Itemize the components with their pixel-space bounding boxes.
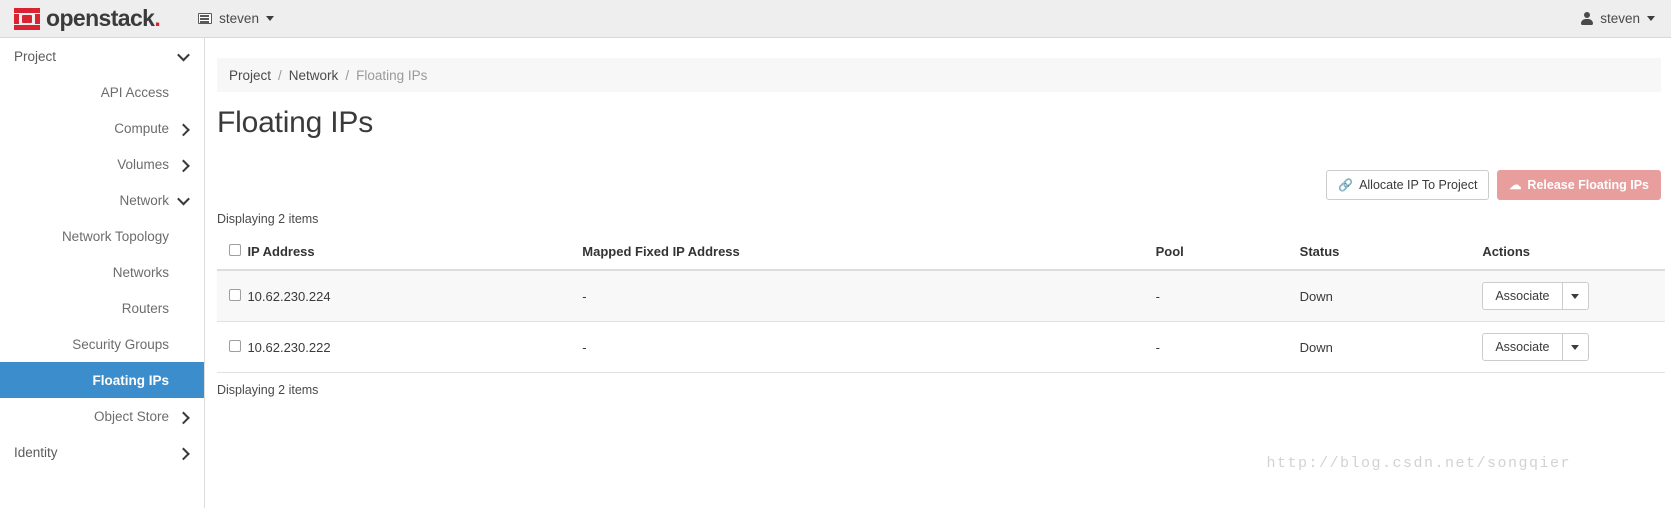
sidebar-item-label: Object Store bbox=[93, 408, 169, 424]
sidebar-item-compute[interactable]: Compute bbox=[0, 110, 204, 146]
release-floating-ips-label: Release Floating IPs bbox=[1527, 178, 1649, 192]
associate-button-group: Associate bbox=[1482, 333, 1589, 361]
release-floating-ips-button[interactable]: ☁ Release Floating IPs bbox=[1497, 170, 1661, 200]
openstack-logo[interactable]: openstack. bbox=[14, 5, 161, 31]
breadcrumb: Project / Network / Floating IPs bbox=[217, 58, 1661, 92]
sidebar-item-label: Volumes bbox=[117, 156, 169, 172]
chevron-right-icon bbox=[177, 123, 190, 136]
cell-pool: - bbox=[1155, 321, 1300, 373]
displaying-count-top: Displaying 2 items bbox=[217, 212, 319, 226]
sidebar-item-networks[interactable]: Networks bbox=[0, 254, 204, 290]
chevron-down-icon bbox=[1647, 16, 1655, 21]
table-header-row: IP Address Mapped Fixed IP Address Pool … bbox=[217, 236, 1665, 271]
cell-status: Down bbox=[1299, 321, 1483, 373]
sidebar-item-network-topology[interactable]: Network Topology bbox=[0, 218, 204, 254]
cell-ip-address: 10.62.230.224 bbox=[247, 270, 583, 322]
table-row: 10.62.230.222- - Down Associate bbox=[217, 321, 1665, 373]
project-window-icon bbox=[198, 13, 213, 24]
row-checkbox[interactable] bbox=[229, 288, 241, 301]
sidebar-item-routers[interactable]: Routers bbox=[0, 290, 204, 326]
caret-down-icon bbox=[1571, 344, 1580, 350]
sidebar-item-label: Compute bbox=[114, 120, 169, 136]
sidebar-item-label: Networks bbox=[112, 264, 169, 280]
header-ip-address[interactable]: IP Address bbox=[247, 236, 583, 271]
sidebar-item-network[interactable]: Network bbox=[0, 182, 204, 218]
sidebar-item-label: Project bbox=[14, 48, 57, 64]
table-row: 10.62.230.224- - Down Associate bbox=[217, 270, 1665, 322]
header-status[interactable]: Status bbox=[1299, 236, 1483, 271]
project-switcher[interactable]: steven bbox=[198, 11, 274, 26]
select-all-header bbox=[217, 236, 248, 271]
breadcrumb-item-project[interactable]: Project bbox=[229, 68, 271, 83]
brand-name: openstack. bbox=[46, 5, 161, 31]
associate-button[interactable]: Associate bbox=[1482, 333, 1563, 361]
broken-chain-icon: ☁ bbox=[1509, 178, 1522, 192]
openstack-mark-icon bbox=[14, 7, 40, 30]
breadcrumb-item-network[interactable]: Network bbox=[289, 68, 339, 83]
sidebar-item-object-store[interactable]: Object Store bbox=[0, 398, 204, 434]
allocate-ip-to-project-button[interactable]: 🔗 Allocate IP To Project bbox=[1326, 170, 1490, 200]
sidebar-item-project[interactable]: Project bbox=[0, 38, 204, 74]
cell-actions: Associate bbox=[1482, 321, 1665, 373]
sidebar-item-label: Floating IPs bbox=[92, 372, 169, 388]
breadcrumb-separator: / bbox=[345, 67, 350, 83]
chevron-down-icon bbox=[177, 48, 190, 61]
header-mapped-fixed-ip[interactable]: Mapped Fixed IP Address bbox=[582, 236, 1156, 271]
sidebar-item-identity[interactable]: Identity bbox=[0, 434, 204, 470]
header-actions: Actions bbox=[1482, 236, 1665, 271]
main-content: Project / Network / Floating IPs Floatin… bbox=[206, 38, 1671, 508]
select-all-checkbox[interactable] bbox=[229, 244, 241, 256]
breadcrumb-item-current: Floating IPs bbox=[356, 67, 428, 83]
chevron-down-icon bbox=[177, 192, 190, 205]
associate-dropdown-toggle[interactable] bbox=[1562, 282, 1589, 310]
user-menu[interactable]: steven bbox=[1581, 11, 1655, 26]
action-toolbar: 🔗 Allocate IP To Project ☁ Release Float… bbox=[217, 162, 1661, 208]
cell-mapped-fixed-ip: - bbox=[582, 270, 1156, 322]
cell-ip-address: 10.62.230.222 bbox=[247, 321, 583, 373]
cell-mapped-fixed-ip: - bbox=[582, 321, 1156, 373]
row-select-cell bbox=[217, 270, 248, 322]
sidebar-item-label: Security Groups bbox=[72, 336, 169, 352]
breadcrumb-separator: / bbox=[278, 67, 282, 83]
sidebar-item-floating-ips[interactable]: Floating IPs bbox=[0, 362, 204, 398]
associate-button[interactable]: Associate bbox=[1482, 282, 1563, 310]
caret-down-icon bbox=[1571, 293, 1580, 299]
cell-actions: Associate bbox=[1482, 270, 1665, 322]
associate-button-group: Associate bbox=[1482, 282, 1589, 310]
sidebar-item-label: Network Topology bbox=[61, 228, 169, 244]
associate-dropdown-toggle[interactable] bbox=[1562, 333, 1589, 361]
project-switcher-label: steven bbox=[219, 11, 259, 26]
displaying-count-bottom: Displaying 2 items bbox=[217, 383, 319, 397]
header-pool[interactable]: Pool bbox=[1155, 236, 1300, 271]
sidebar-item-label: Identity bbox=[14, 444, 58, 460]
sidebar-item-label: Network bbox=[119, 192, 169, 208]
chevron-right-icon bbox=[177, 159, 190, 172]
user-menu-label: steven bbox=[1600, 11, 1640, 26]
chevron-down-icon bbox=[265, 16, 274, 21]
sidebar-item-label: API Access bbox=[100, 84, 169, 100]
page-title: Floating IPs bbox=[217, 106, 374, 139]
cell-status: Down bbox=[1299, 270, 1483, 322]
cell-pool: - bbox=[1155, 270, 1300, 322]
sidebar-item-volumes[interactable]: Volumes bbox=[0, 146, 204, 182]
chevron-right-icon bbox=[177, 447, 190, 460]
sidebar: Project API Access Compute Volumes Network Ne… bbox=[0, 38, 205, 508]
user-icon bbox=[1581, 12, 1594, 25]
brand-dot: . bbox=[154, 5, 161, 31]
chain-link-icon: 🔗 bbox=[1338, 178, 1354, 192]
sidebar-item-label: Routers bbox=[121, 300, 169, 316]
chevron-right-icon bbox=[177, 411, 190, 424]
sidebar-item-security-groups[interactable]: Security Groups bbox=[0, 326, 204, 362]
top-navbar: openstack. steven steven bbox=[0, 0, 1671, 38]
floating-ips-table: IP Address Mapped Fixed IP Address Pool … bbox=[217, 236, 1665, 373]
allocate-ip-label: Allocate IP To Project bbox=[1359, 178, 1478, 192]
row-checkbox[interactable] bbox=[229, 339, 241, 352]
sidebar-item-api-access[interactable]: API Access bbox=[0, 74, 204, 110]
watermark-text: http://blog.csdn.net/songqier bbox=[1266, 455, 1571, 472]
row-select-cell bbox=[217, 321, 248, 373]
